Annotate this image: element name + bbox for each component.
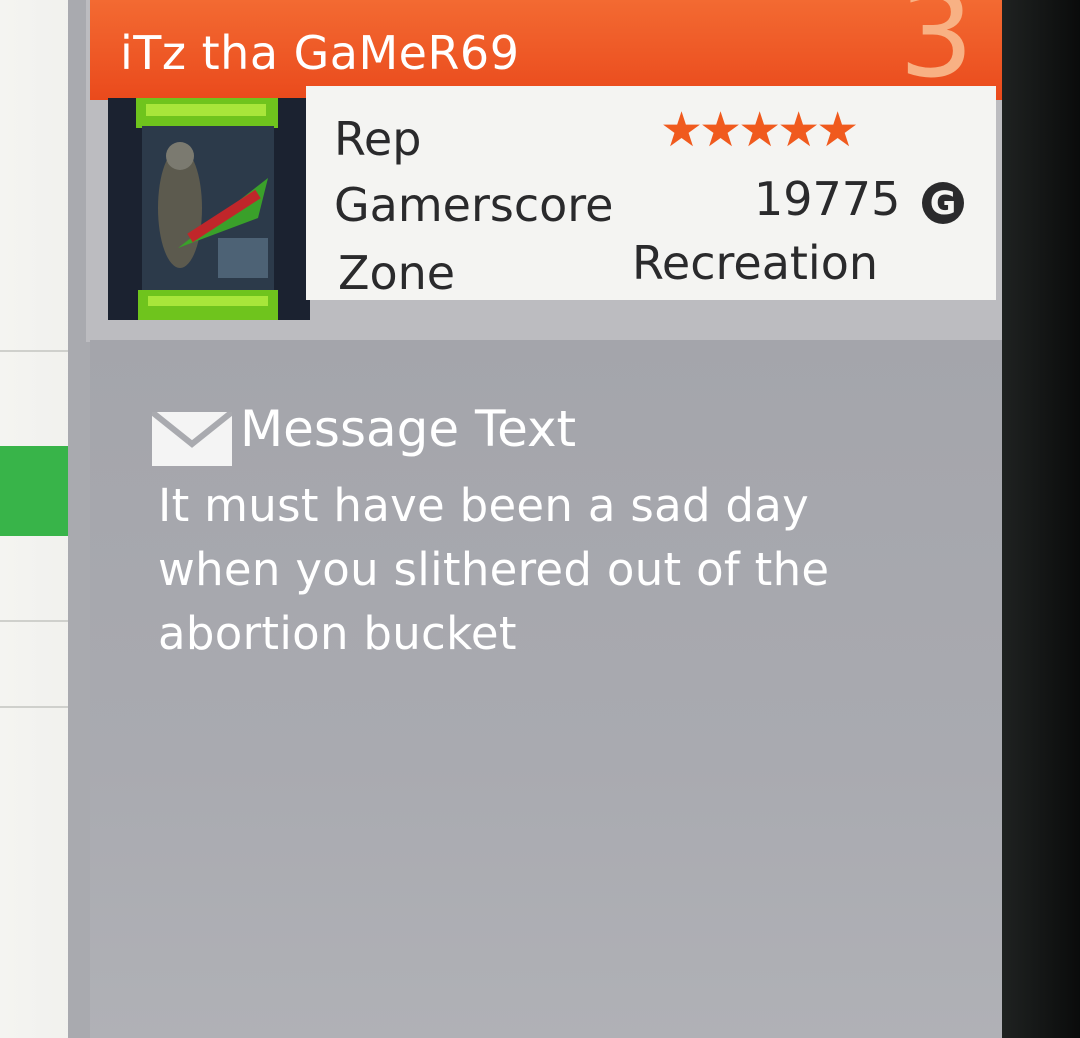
gamerscore-value: 19775 <box>754 172 901 226</box>
zone-label: Zone <box>338 246 456 300</box>
gamertag: iTz tha GaMeR69 <box>120 26 520 80</box>
gamerscore-label: Gamerscore <box>334 178 614 232</box>
rep-stars: ★★★★★ <box>660 102 859 158</box>
gamer-picture-art <box>108 98 310 320</box>
rank-number: 3 <box>898 0 974 100</box>
message-text: It must have been a sad day when you sli… <box>158 474 958 666</box>
message-line: when you slithered out of the <box>158 543 830 596</box>
zone-value: Recreation <box>632 236 878 290</box>
message-line: It must have been a sad day <box>158 479 810 532</box>
gamer-picture <box>108 98 310 320</box>
xbox-message-screen: iTz tha GaMeR69 3 Rep ★★★★★ Gamerscore 1… <box>0 0 1080 1038</box>
message-title: Message Text <box>240 400 577 458</box>
gamertag-bar: iTz tha GaMeR69 3 <box>90 0 1004 100</box>
gamerscore-icon: G <box>922 182 964 224</box>
screen-bezel <box>1002 0 1080 1038</box>
message-line: abortion bucket <box>158 607 517 660</box>
envelope-icon <box>152 412 232 466</box>
rep-label: Rep <box>334 112 422 166</box>
